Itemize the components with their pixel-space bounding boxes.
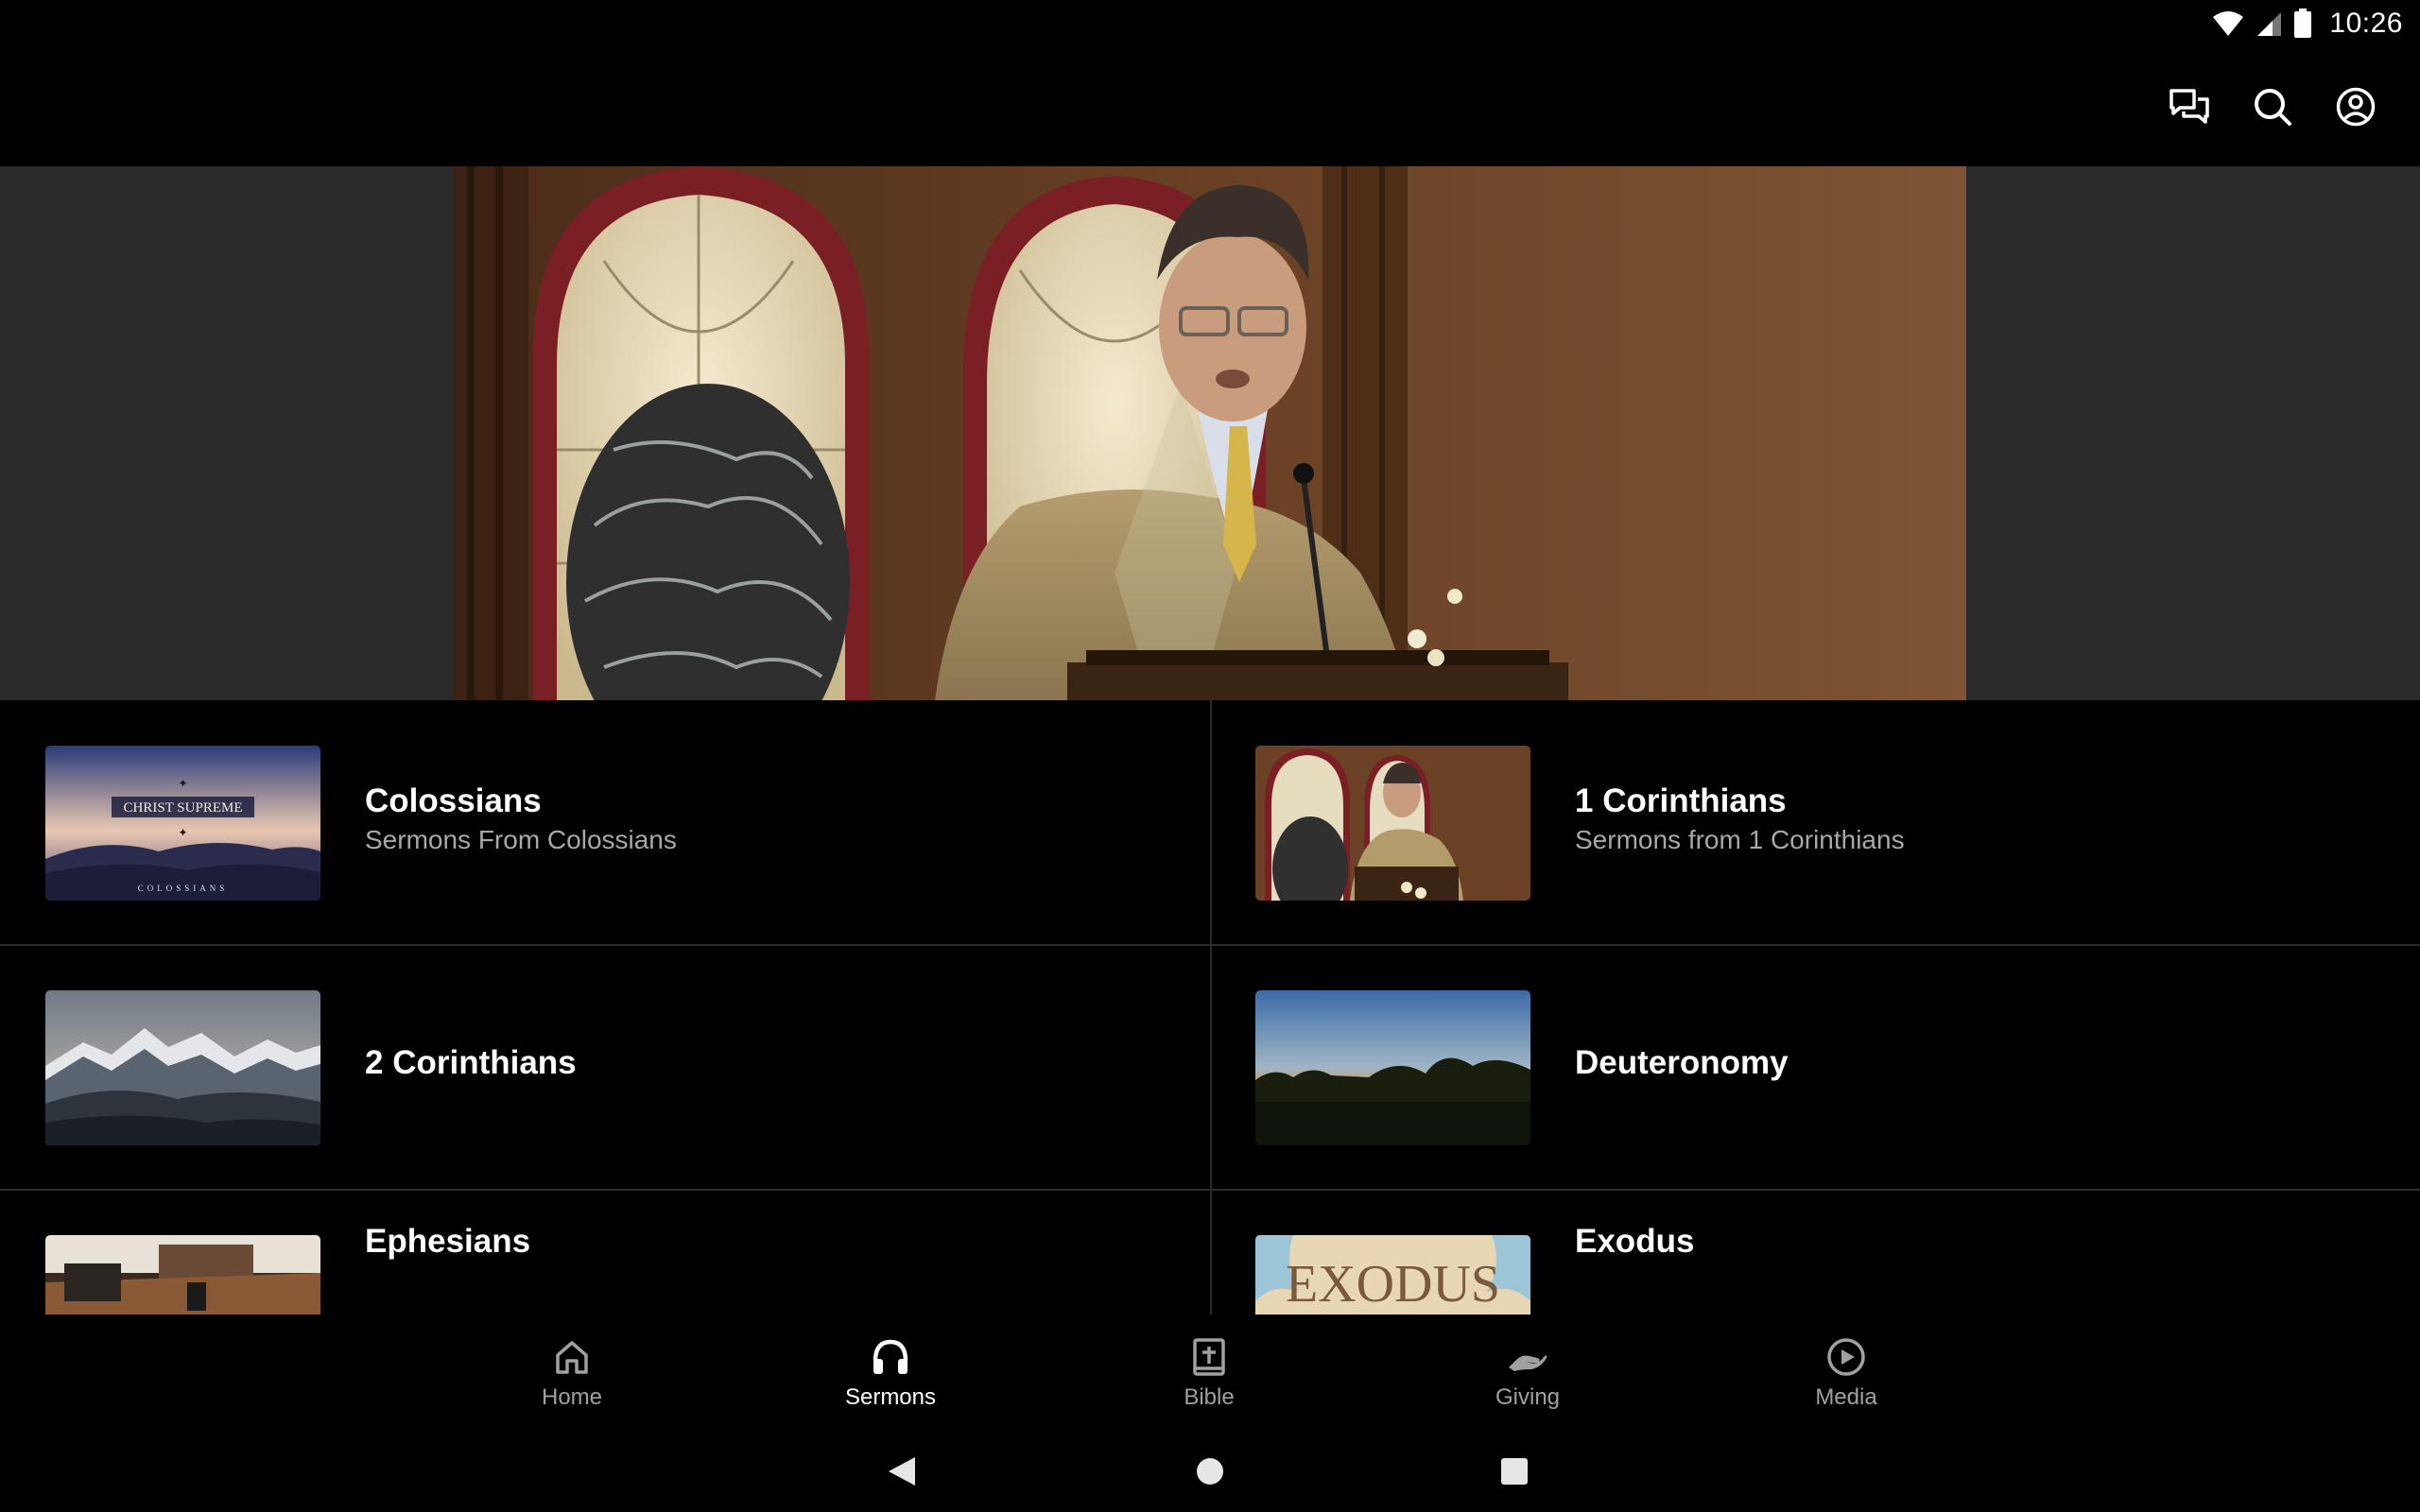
series-card-colossians[interactable]: CHRIST SUPREME ✦ ✦ COLOSSIANS Colossians… (0, 700, 1210, 945)
recents-icon[interactable] (1488, 1445, 1541, 1498)
series-title: Colossians (365, 782, 542, 819)
nav-label: Media (1815, 1384, 1877, 1410)
hero-image (453, 166, 1966, 700)
search-icon[interactable] (2250, 84, 2295, 129)
thumbnail-title: CHRIST SUPREME (123, 800, 242, 816)
chat-icon[interactable] (2167, 84, 2212, 129)
series-subtitle: Sermons From Colossians (365, 825, 677, 854)
back-icon[interactable] (875, 1445, 928, 1498)
series-text: 2 Corinthians (365, 1043, 577, 1083)
thumbnail-title: EXODUS (1286, 1255, 1500, 1314)
account-icon[interactable] (2333, 84, 2378, 129)
series-title: Exodus (1575, 1223, 1695, 1260)
battery-icon (2293, 9, 2312, 39)
series-text: Deuteronomy (1575, 1043, 1789, 1083)
nav-bible[interactable]: Bible (1115, 1314, 1304, 1432)
giving-hand-icon (1506, 1335, 1549, 1379)
series-card-deuteronomy[interactable]: Deuteronomy (1210, 945, 2420, 1190)
nav-label: Sermons (844, 1384, 937, 1410)
series-subtitle: Sermons from 1 Corinthians (1575, 825, 1905, 854)
series-title: 2 Corinthians (365, 1044, 577, 1081)
nav-giving[interactable]: Giving (1433, 1314, 1622, 1432)
app-bar (0, 47, 2420, 166)
home-icon (550, 1335, 594, 1379)
system-navigation-bar (0, 1432, 2420, 1512)
nav-home[interactable]: Home (477, 1314, 666, 1432)
nav-media[interactable]: Media (1752, 1314, 1941, 1432)
nav-sermons[interactable]: Sermons (796, 1314, 985, 1432)
svg-text:✦: ✦ (178, 826, 187, 839)
series-title: Ephesians (365, 1223, 531, 1260)
thumbnail-caption: COLOSSIANS (138, 884, 229, 893)
play-circle-icon (1824, 1335, 1868, 1379)
series-text: Exodus (1575, 1222, 1694, 1262)
sermon-series-grid: CHRIST SUPREME ✦ ✦ COLOSSIANS Colossians… (0, 700, 2420, 1314)
series-thumbnail: CHRIST SUPREME ✦ ✦ COLOSSIANS (45, 746, 320, 901)
series-card-2-corinthians[interactable]: 2 Corinthians (0, 945, 1210, 1190)
hero-banner[interactable] (0, 166, 2420, 700)
svg-text:✦: ✦ (178, 777, 187, 790)
headphones-icon (869, 1335, 912, 1379)
bottom-navigation: Home Sermons Bible Giving Media (0, 1314, 2420, 1432)
series-card-1-corinthians[interactable]: 1 Corinthians Sermons from 1 Corinthians (1210, 700, 2420, 945)
series-thumbnail: EXODUS (1255, 1235, 1530, 1314)
nav-label: Bible (1184, 1384, 1235, 1410)
series-title: Deuteronomy (1575, 1044, 1789, 1081)
series-text: Ephesians (365, 1222, 530, 1262)
series-thumbnail (1255, 990, 1530, 1145)
app-screen: 10:26 CHRIST SUPREME ✦ ✦ COLOSSIANS Colo… (0, 0, 2420, 1512)
series-thumbnail (1255, 746, 1530, 901)
bible-icon (1187, 1335, 1231, 1379)
wifi-icon (2212, 10, 2244, 37)
series-card-exodus[interactable]: EXODUS Exodus (1210, 1190, 2420, 1314)
status-bar: 10:26 (0, 0, 2420, 47)
series-card-ephesians[interactable]: Ephesians (0, 1190, 1210, 1314)
cell-signal-icon (2256, 10, 2282, 37)
clock: 10:26 (2329, 8, 2403, 39)
series-text: Colossians Sermons From Colossians (365, 782, 677, 857)
nav-label: Home (541, 1384, 603, 1410)
series-thumbnail (45, 990, 320, 1145)
home-button-icon[interactable] (1184, 1445, 1236, 1498)
nav-label: Giving (1495, 1384, 1561, 1410)
series-title: 1 Corinthians (1575, 782, 1787, 819)
series-thumbnail (45, 1235, 320, 1314)
series-text: 1 Corinthians Sermons from 1 Corinthians (1575, 782, 1905, 857)
